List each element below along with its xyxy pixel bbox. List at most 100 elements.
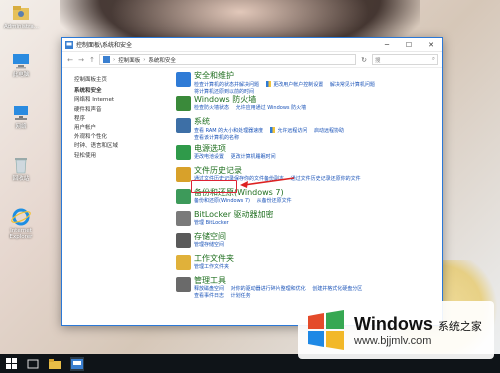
desktop-icon-recycle-bin[interactable]: 回收站: [4, 156, 38, 182]
sidebar-item-home[interactable]: 控制面板主页: [74, 76, 176, 85]
control-panel-icon: [71, 358, 83, 369]
chevron-right-icon: ›: [113, 56, 116, 63]
window-titlebar[interactable]: 控制面板\系统和安全 ─ ☐ ✕: [62, 38, 442, 52]
desktop-icon-this-pc[interactable]: 此电脑: [4, 52, 38, 78]
minimize-button[interactable]: ─: [376, 38, 398, 51]
sidebar-item-system-security[interactable]: 系统和安全: [74, 87, 176, 96]
category-title[interactable]: 工作文件夹: [194, 253, 442, 264]
category-link[interactable]: 对你的驱动器进行碎片整理和优化: [231, 286, 306, 292]
file-history-icon: [176, 167, 191, 182]
window-title: 控制面板\系统和安全: [76, 42, 133, 49]
category-title[interactable]: 系统: [194, 116, 442, 127]
close-button[interactable]: ✕: [420, 38, 442, 51]
category-link[interactable]: 从备份还原文件: [257, 198, 292, 204]
category-link[interactable]: 更改电池设置: [194, 154, 224, 160]
category-title[interactable]: BitLocker 驱动器加密: [194, 209, 442, 220]
sidebar-item-network[interactable]: 网络和 Internet: [74, 96, 176, 105]
sidebar-item-clock-region[interactable]: 时钟、语言和区域: [74, 142, 176, 151]
search-input[interactable]: 搜 ⌕: [372, 54, 438, 65]
computer-icon: [11, 52, 31, 70]
category-link[interactable]: 备份和还原(Windows 7): [194, 198, 250, 204]
category-link[interactable]: 管理工作文件夹: [194, 264, 229, 270]
category-link[interactable]: 查看该计算机的名称: [194, 135, 239, 141]
chevron-right-icon: ›: [143, 56, 146, 63]
flag-icon: [176, 72, 191, 87]
category-link[interactable]: 创建并格式化硬盘分区: [312, 286, 362, 292]
desktop-icon-user-folder[interactable]: Administra...: [4, 4, 39, 30]
desktop-icon-network[interactable]: 网络: [4, 104, 38, 130]
windows-logo-icon: [5, 358, 17, 369]
storage-icon: [176, 233, 191, 248]
category-title[interactable]: 管理工具: [194, 275, 442, 286]
search-placeholder: 搜: [375, 57, 381, 64]
control-panel-window: 控制面板\系统和安全 ─ ☐ ✕ ← → ↑ › 控制面板 › 系统和安全 ↻ …: [61, 37, 443, 326]
sidebar-item-ease-of-access[interactable]: 轻松使用: [74, 152, 176, 161]
category-link[interactable]: 允许应用通过 Windows 防火墙: [236, 105, 307, 111]
sidebar-item-hardware[interactable]: 硬件和声音: [74, 106, 176, 115]
category-link[interactable]: 检查防火墙状态: [194, 105, 229, 111]
task-view-button[interactable]: [26, 357, 40, 371]
task-view-icon: [27, 359, 39, 368]
start-button[interactable]: [4, 357, 18, 371]
sidebar-item-programs[interactable]: 程序: [74, 115, 176, 124]
category-link[interactable]: 启动远程协助: [314, 128, 344, 134]
maximize-button[interactable]: ☐: [398, 38, 420, 51]
up-button[interactable]: ↑: [88, 56, 96, 64]
watermark-brand-cn: 系统之家: [437, 319, 482, 333]
internet-explorer-icon: [11, 208, 31, 226]
category-link[interactable]: 管理存储空间: [194, 242, 224, 248]
desktop-icon-label: 回收站: [12, 176, 30, 182]
lock-drive-icon: [176, 211, 191, 226]
recycle-bin-icon: [11, 156, 31, 174]
category-link[interactable]: 查看 RAM 的大小和处理器速度: [194, 128, 263, 134]
address-field[interactable]: › 控制面板 › 系统和安全: [99, 54, 356, 65]
category-firewall: Windows 防火墙 检查防火墙状态 允许应用通过 Windows 防火墙: [176, 94, 442, 114]
category-title[interactable]: Windows 防火墙: [194, 94, 442, 105]
sidebar-item-user-accounts[interactable]: 用户帐户: [74, 124, 176, 133]
category-link[interactable]: 通过文件历史记录还原你的文件: [291, 176, 361, 182]
sidebar-item-appearance[interactable]: 外观和个性化: [74, 133, 176, 142]
desktop-icon-label: Administra...: [4, 24, 39, 30]
category-list: 安全和维护 检查计算机的状态并解决问题 更改用户帐户控制设置 解决常见计算机问题…: [176, 68, 442, 325]
taskbar-control-panel[interactable]: [70, 356, 84, 371]
breadcrumb-item[interactable]: 系统和安全: [148, 56, 176, 64]
network-icon: [11, 104, 31, 122]
watermark: Windows 系统之家 www.bjjmlv.com: [298, 301, 494, 359]
power-icon: [176, 145, 191, 160]
watermark-brand-en: Windows: [354, 313, 433, 334]
backup-icon: [176, 189, 191, 204]
admin-tools-icon: [176, 277, 191, 292]
watermark-url: www.bjjmlv.com: [354, 334, 432, 347]
category-link[interactable]: 管理 BitLocker: [194, 220, 229, 226]
folder-icon: [49, 358, 61, 369]
forward-button[interactable]: →: [77, 56, 85, 64]
category-link[interactable]: 解决常见计算机问题: [330, 82, 375, 88]
category-link[interactable]: 更改用户帐户控制设置: [273, 82, 323, 88]
breadcrumb-item[interactable]: 控制面板: [118, 56, 140, 64]
category-title[interactable]: 文件历史记录: [194, 165, 442, 176]
back-button[interactable]: ←: [66, 56, 74, 64]
search-icon: ⌕: [431, 56, 435, 62]
category-storage-spaces: 存储空间 管理存储空间: [176, 231, 442, 251]
taskbar-file-explorer[interactable]: [48, 357, 62, 371]
category-link[interactable]: 允许远程访问: [277, 128, 307, 134]
desktop-icon-internet-explorer[interactable]: Internet Explorer: [4, 208, 38, 240]
sidebar: 控制面板主页 系统和安全 网络和 Internet 硬件和声音 程序 用户帐户 …: [62, 68, 176, 325]
desktop-icon-label: 此电脑: [12, 72, 30, 78]
watermark-logo: [308, 310, 344, 350]
desktop-icon-label: 网络: [15, 124, 27, 130]
category-title[interactable]: 存储空间: [194, 231, 442, 242]
category-title[interactable]: 电源选项: [194, 143, 442, 154]
folder-icon: [176, 255, 191, 270]
category-bitlocker: BitLocker 驱动器加密 管理 BitLocker: [176, 209, 442, 229]
refresh-icon[interactable]: ↻: [359, 56, 369, 64]
category-link[interactable]: 计划任务: [231, 293, 251, 299]
category-admin-tools: 管理工具 释放磁盘空间 对你的驱动器进行碎片整理和优化 创建并格式化硬盘分区 查…: [176, 275, 442, 301]
category-link[interactable]: 释放磁盘空间: [194, 286, 224, 292]
category-link[interactable]: 检查计算机的状态并解决问题: [194, 82, 259, 88]
category-link[interactable]: 更改计算机睡眠时间: [231, 154, 276, 160]
category-title[interactable]: 安全和维护: [194, 70, 442, 81]
desktop-icon-label: Internet Explorer: [9, 228, 33, 241]
shield-icon: [265, 81, 271, 87]
category-link[interactable]: 查看事件日志: [194, 293, 224, 299]
